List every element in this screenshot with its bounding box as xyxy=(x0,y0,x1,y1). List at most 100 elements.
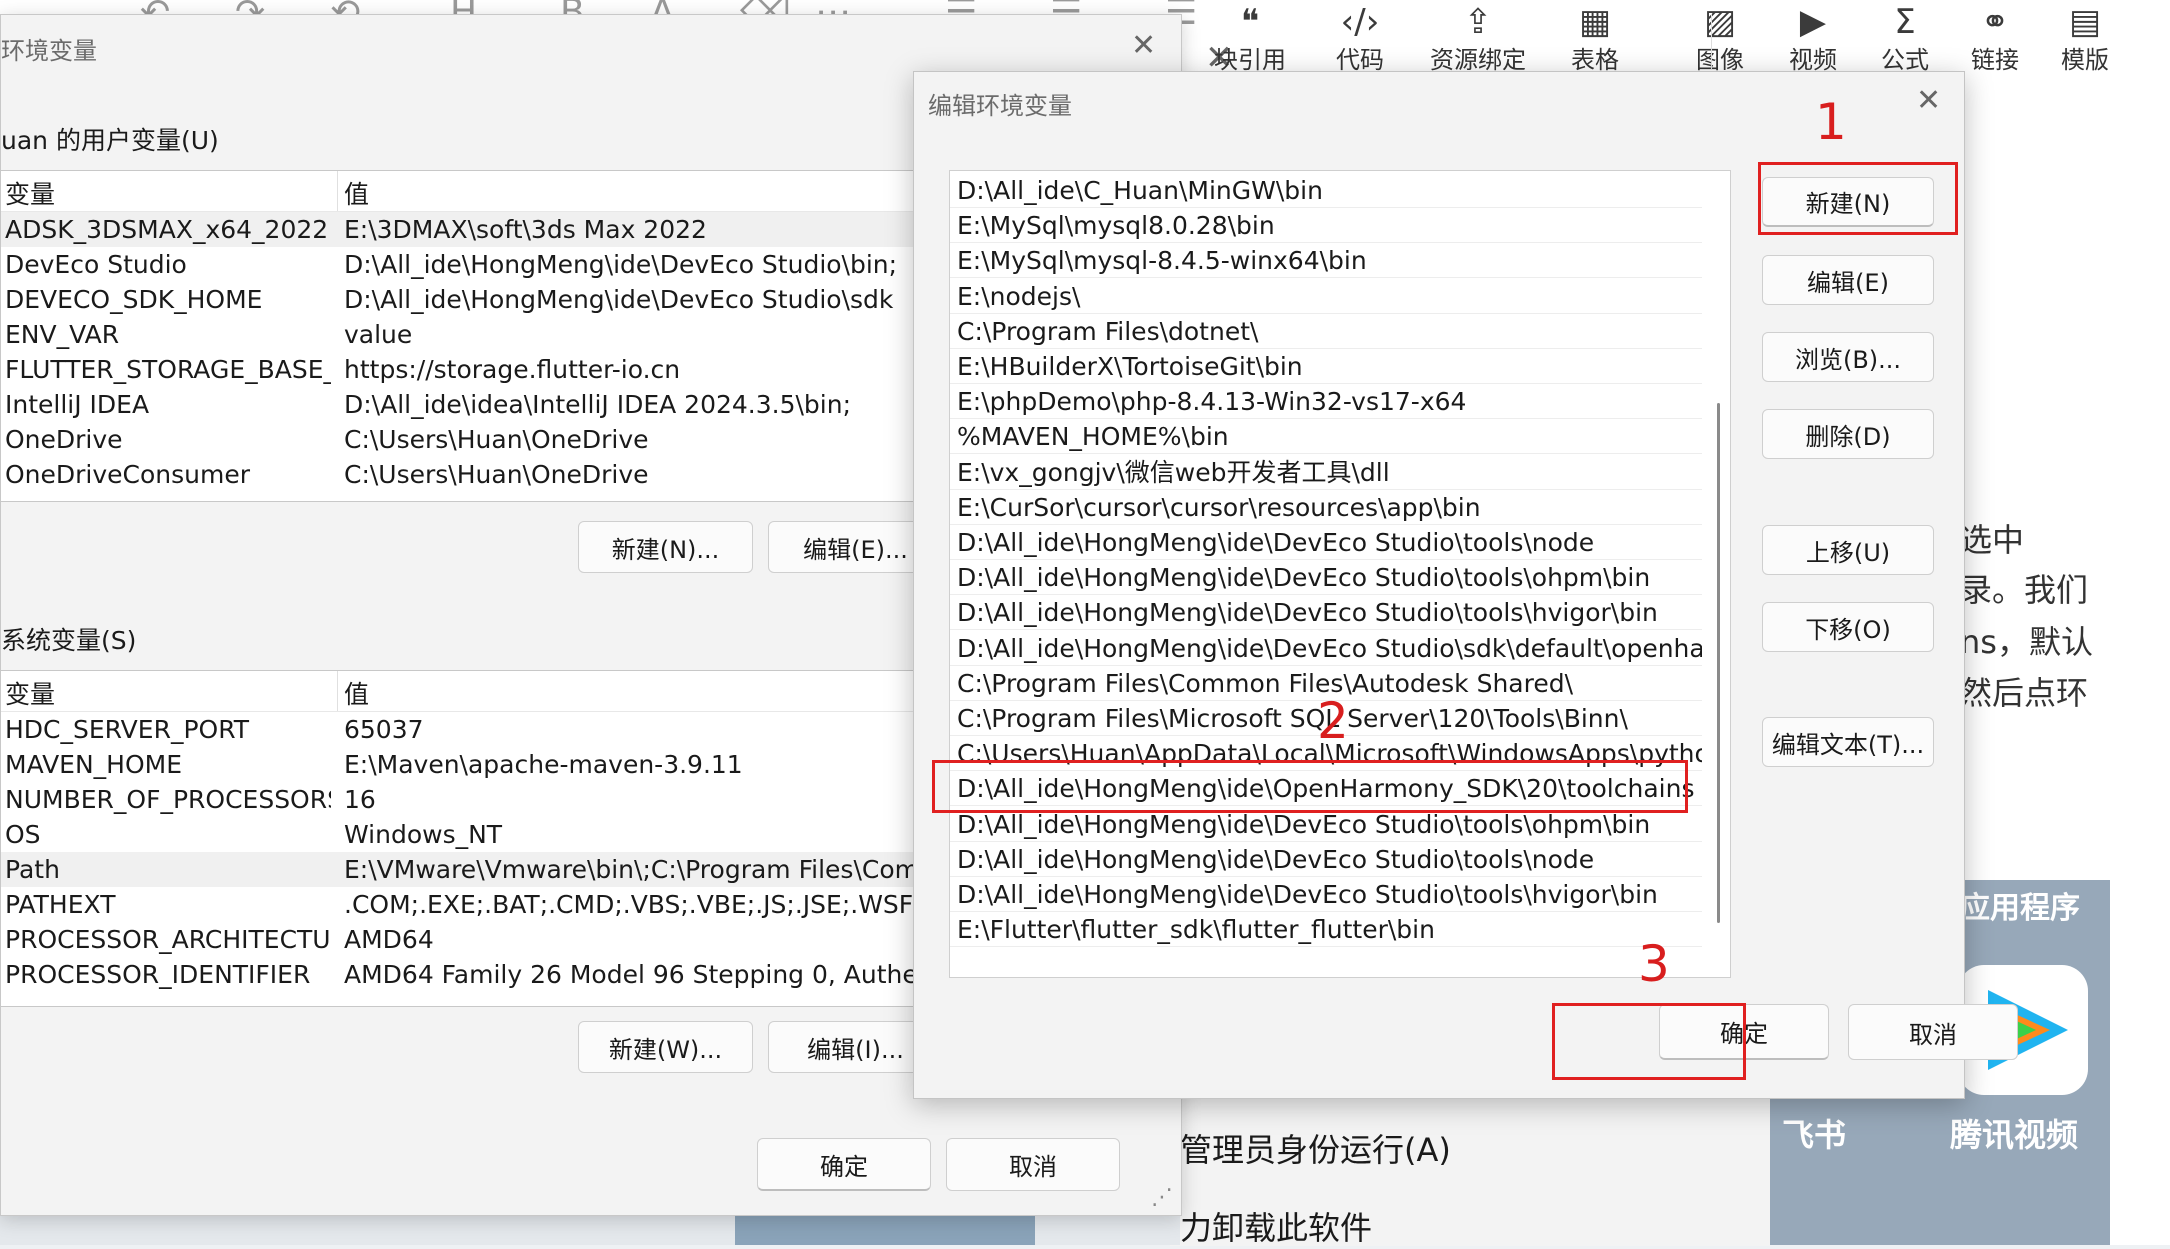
variable-value: .COM;.EXE;.BAT;.CMD;.VBS;.VBE;.JS;.JSE;.… xyxy=(344,890,921,919)
table-row[interactable]: DevEco Studio D:\All_ide\HongMeng\ide\Dev… xyxy=(1,247,921,282)
variable-value: 65037 xyxy=(344,715,424,744)
annotation-step-1: 1 xyxy=(1815,93,1847,151)
delete-button[interactable]: 删除(D) xyxy=(1762,409,1934,459)
ok-button[interactable]: 确定 xyxy=(757,1138,931,1191)
edit-path-button[interactable]: 编辑(E) xyxy=(1762,255,1934,305)
variable-value: C:\Users\Huan\OneDrive xyxy=(344,460,649,489)
variable-name: NUMBER_OF_PROCESSORS xyxy=(5,785,331,814)
dialog-title: 编辑环境变量 xyxy=(928,92,1072,120)
browse-button[interactable]: 浏览(B)... xyxy=(1762,332,1934,382)
list-item[interactable]: D:\All_ide\HongMeng\ide\DevEco Studio\to… xyxy=(950,877,1702,912)
list-item[interactable]: D:\All_ide\HongMeng\ide\DevEco Studio\to… xyxy=(950,595,1702,631)
resize-grip-icon[interactable]: ⋰ xyxy=(1151,1185,1173,1210)
list-item[interactable]: E:\CurSor\cursor\cursor\resources\app\bi… xyxy=(950,490,1702,525)
table-icon: ▦ xyxy=(1578,2,1612,42)
table-row[interactable]: PATHEXT .COM;.EXE;.BAT;.CMD;.VBS;.VBE;.JS… xyxy=(1,887,921,922)
table-row[interactable]: OS Windows_NT xyxy=(1,817,921,852)
variable-name: FLUTTER_STORAGE_BASE_... xyxy=(5,355,331,384)
list-item[interactable]: D:\All_ide\HongMeng\ide\DevEco Studio\sd… xyxy=(950,631,1702,666)
list-item[interactable]: E:\MySql\mysql-8.4.5-winx64\bin xyxy=(950,243,1702,279)
table-row[interactable]: FLUTTER_STORAGE_BASE_... https://storage.… xyxy=(1,352,921,387)
variable-name: PATHEXT xyxy=(5,890,116,919)
list-item[interactable]: D:\All_ide\C_Huan\MinGW\bin xyxy=(950,173,1702,208)
highlight-new-button xyxy=(1758,162,1958,235)
column-variable[interactable]: 变量 xyxy=(5,175,55,211)
user-variables-grid[interactable]: 变量 值 ADSK_3DSMAX_x64_2022 E:\3DMAX\soft\3… xyxy=(1,170,921,502)
column-variable[interactable]: 变量 xyxy=(5,675,55,711)
system-variables-label: 系统变量(S) xyxy=(1,626,137,655)
variable-name: PROCESSOR_IDENTIFIER xyxy=(5,960,311,989)
user-new-button[interactable]: 新建(N)... xyxy=(578,521,753,573)
list-item[interactable]: D:\All_ide\HongMeng\ide\DevEco Studio\to… xyxy=(950,842,1702,877)
move-down-button[interactable]: 下移(O) xyxy=(1762,602,1934,652)
list-item[interactable]: E:\MySql\mysql8.0.28\bin xyxy=(950,208,1702,244)
table-row[interactable]: Path E:\VMware\Vmware\bin\;C:\Program Fil… xyxy=(1,852,921,887)
list-item[interactable]: E:\nodejs\ xyxy=(950,279,1702,314)
template-icon: ▤ xyxy=(2068,2,2102,42)
variable-value: AMD64 Family 26 Model 96 Stepping 0, Aut… xyxy=(344,960,921,989)
table-row[interactable]: DEVECO_SDK_HOME D:\All_ide\HongMeng\ide\D… xyxy=(1,282,921,317)
annotation-step-3: 3 xyxy=(1638,935,1670,993)
move-up-button[interactable]: 上移(U) xyxy=(1762,525,1934,575)
table-row[interactable]: IntelliJ IDEA D:\All_ide\idea\IntelliJ ID… xyxy=(1,387,921,422)
variable-value: https://storage.flutter-io.cn xyxy=(344,355,681,384)
app-panel-header: 应用程序 xyxy=(1960,891,2080,926)
close-icon[interactable]: ✕ xyxy=(1131,31,1156,61)
table-row[interactable]: HDC_SERVER_PORT 65037 xyxy=(1,712,921,747)
variable-value: AMD64 xyxy=(344,925,434,954)
list-item[interactable]: %MAVEN_HOME%\bin xyxy=(950,419,1702,455)
list-item[interactable]: E:\HBuilderX\TortoiseGit\bin xyxy=(950,349,1702,384)
variable-name: DevEco Studio xyxy=(5,250,187,279)
variable-value: C:\Users\Huan\OneDrive xyxy=(344,425,649,454)
variable-value: D:\All_ide\idea\IntelliJ IDEA 2024.3.5\b… xyxy=(344,390,852,419)
table-row[interactable]: OneDrive C:\Users\Huan\OneDrive xyxy=(1,422,921,457)
doc-line: 然后点环 xyxy=(1960,674,2089,712)
variable-name: ENV_VAR xyxy=(5,320,120,349)
variable-name: OneDriveConsumer xyxy=(5,460,251,489)
list-item[interactable]: E:\vx_gongjv\微信web开发者工具\dll xyxy=(950,455,1702,490)
table-row[interactable]: PROCESSOR_ARCHITECTU... AMD64 xyxy=(1,922,921,957)
grid-header: 变量 值 xyxy=(1,171,921,212)
column-value[interactable]: 值 xyxy=(344,175,369,211)
table-row[interactable]: ADSK_3DSMAX_x64_2022 E:\3DMAX\soft\3ds Ma… xyxy=(1,212,921,247)
table-row[interactable]: PROCESSOR_IDENTIFIER AMD64 Family 26 Mode… xyxy=(1,957,921,992)
variable-name: HDC_SERVER_PORT xyxy=(5,715,250,744)
variable-name: IntelliJ IDEA xyxy=(5,390,150,419)
variable-value: value xyxy=(344,320,413,349)
app-feishu-label[interactable]: 飞书 xyxy=(1782,1110,1846,1156)
app-tencent-video-label[interactable]: 腾讯视频 xyxy=(1950,1110,2078,1156)
toolbar-item-template[interactable]: ▤ 模版 xyxy=(2030,0,2140,86)
list-item[interactable]: E:\phpDemo\php-8.4.13-Win32-vs17-x64 xyxy=(950,384,1702,420)
list-item[interactable]: C:\Program Files\dotnet\ xyxy=(950,314,1702,349)
table-row[interactable]: MAVEN_HOME E:\Maven\apache-maven-3.9.11 xyxy=(1,747,921,782)
list-item[interactable]: E:\Flutter\flutter_sdk\flutter_flutter\b… xyxy=(950,912,1702,948)
close-icon[interactable]: ✕ xyxy=(1916,86,1941,116)
system-variables-grid[interactable]: 变量 值 HDC_SERVER_PORT 65037 MAVEN_HOME E:\Ma… xyxy=(1,670,921,1007)
highlight-path-entry xyxy=(932,760,1688,813)
column-value[interactable]: 值 xyxy=(344,675,369,711)
list-item[interactable]: D:\All_ide\HongMeng\ide\DevEco Studio\to… xyxy=(950,525,1702,560)
table-row[interactable]: OneDriveConsumer C:\Users\Huan\OneDrive xyxy=(1,457,921,492)
dialog-title: 环境变量 xyxy=(1,37,97,65)
user-variables-label: uan 的用户变量(U) xyxy=(1,126,219,155)
table-row[interactable]: ENV_VAR value xyxy=(1,317,921,352)
variable-value: D:\All_ide\HongMeng\ide\DevEco Studio\bi… xyxy=(344,250,898,279)
doc-line: 选中 xyxy=(1960,521,2025,559)
menu-run-as-admin[interactable]: 管理员身份运行(A) xyxy=(1180,1125,1451,1171)
scrollbar[interactable] xyxy=(1717,403,1720,923)
doc-line: ns，默认 xyxy=(1960,623,2093,661)
variable-name: PROCESSOR_ARCHITECTU... xyxy=(5,925,331,954)
variable-name: Path xyxy=(5,855,60,884)
variable-name: OneDrive xyxy=(5,425,123,454)
doc-line: 录。我们 xyxy=(1960,571,2089,609)
cancel-button[interactable]: 取消 xyxy=(946,1138,1120,1191)
cancel-button[interactable]: 取消 xyxy=(1848,1004,2018,1060)
variable-value: 16 xyxy=(344,785,376,814)
path-list[interactable]: D:\All_ide\C_Huan\MinGW\bin E:\MySql\mysq… xyxy=(949,170,1731,978)
table-row[interactable]: NUMBER_OF_PROCESSORS 16 xyxy=(1,782,921,817)
list-item[interactable]: D:\All_ide\HongMeng\ide\DevEco Studio\to… xyxy=(950,560,1702,596)
toolbar-item-label: 模版 xyxy=(2061,46,2109,74)
system-new-button[interactable]: 新建(W)... xyxy=(578,1021,753,1073)
annotation-step-2: 2 xyxy=(1317,692,1349,750)
edit-text-button[interactable]: 编辑文本(T)... xyxy=(1762,717,1934,767)
